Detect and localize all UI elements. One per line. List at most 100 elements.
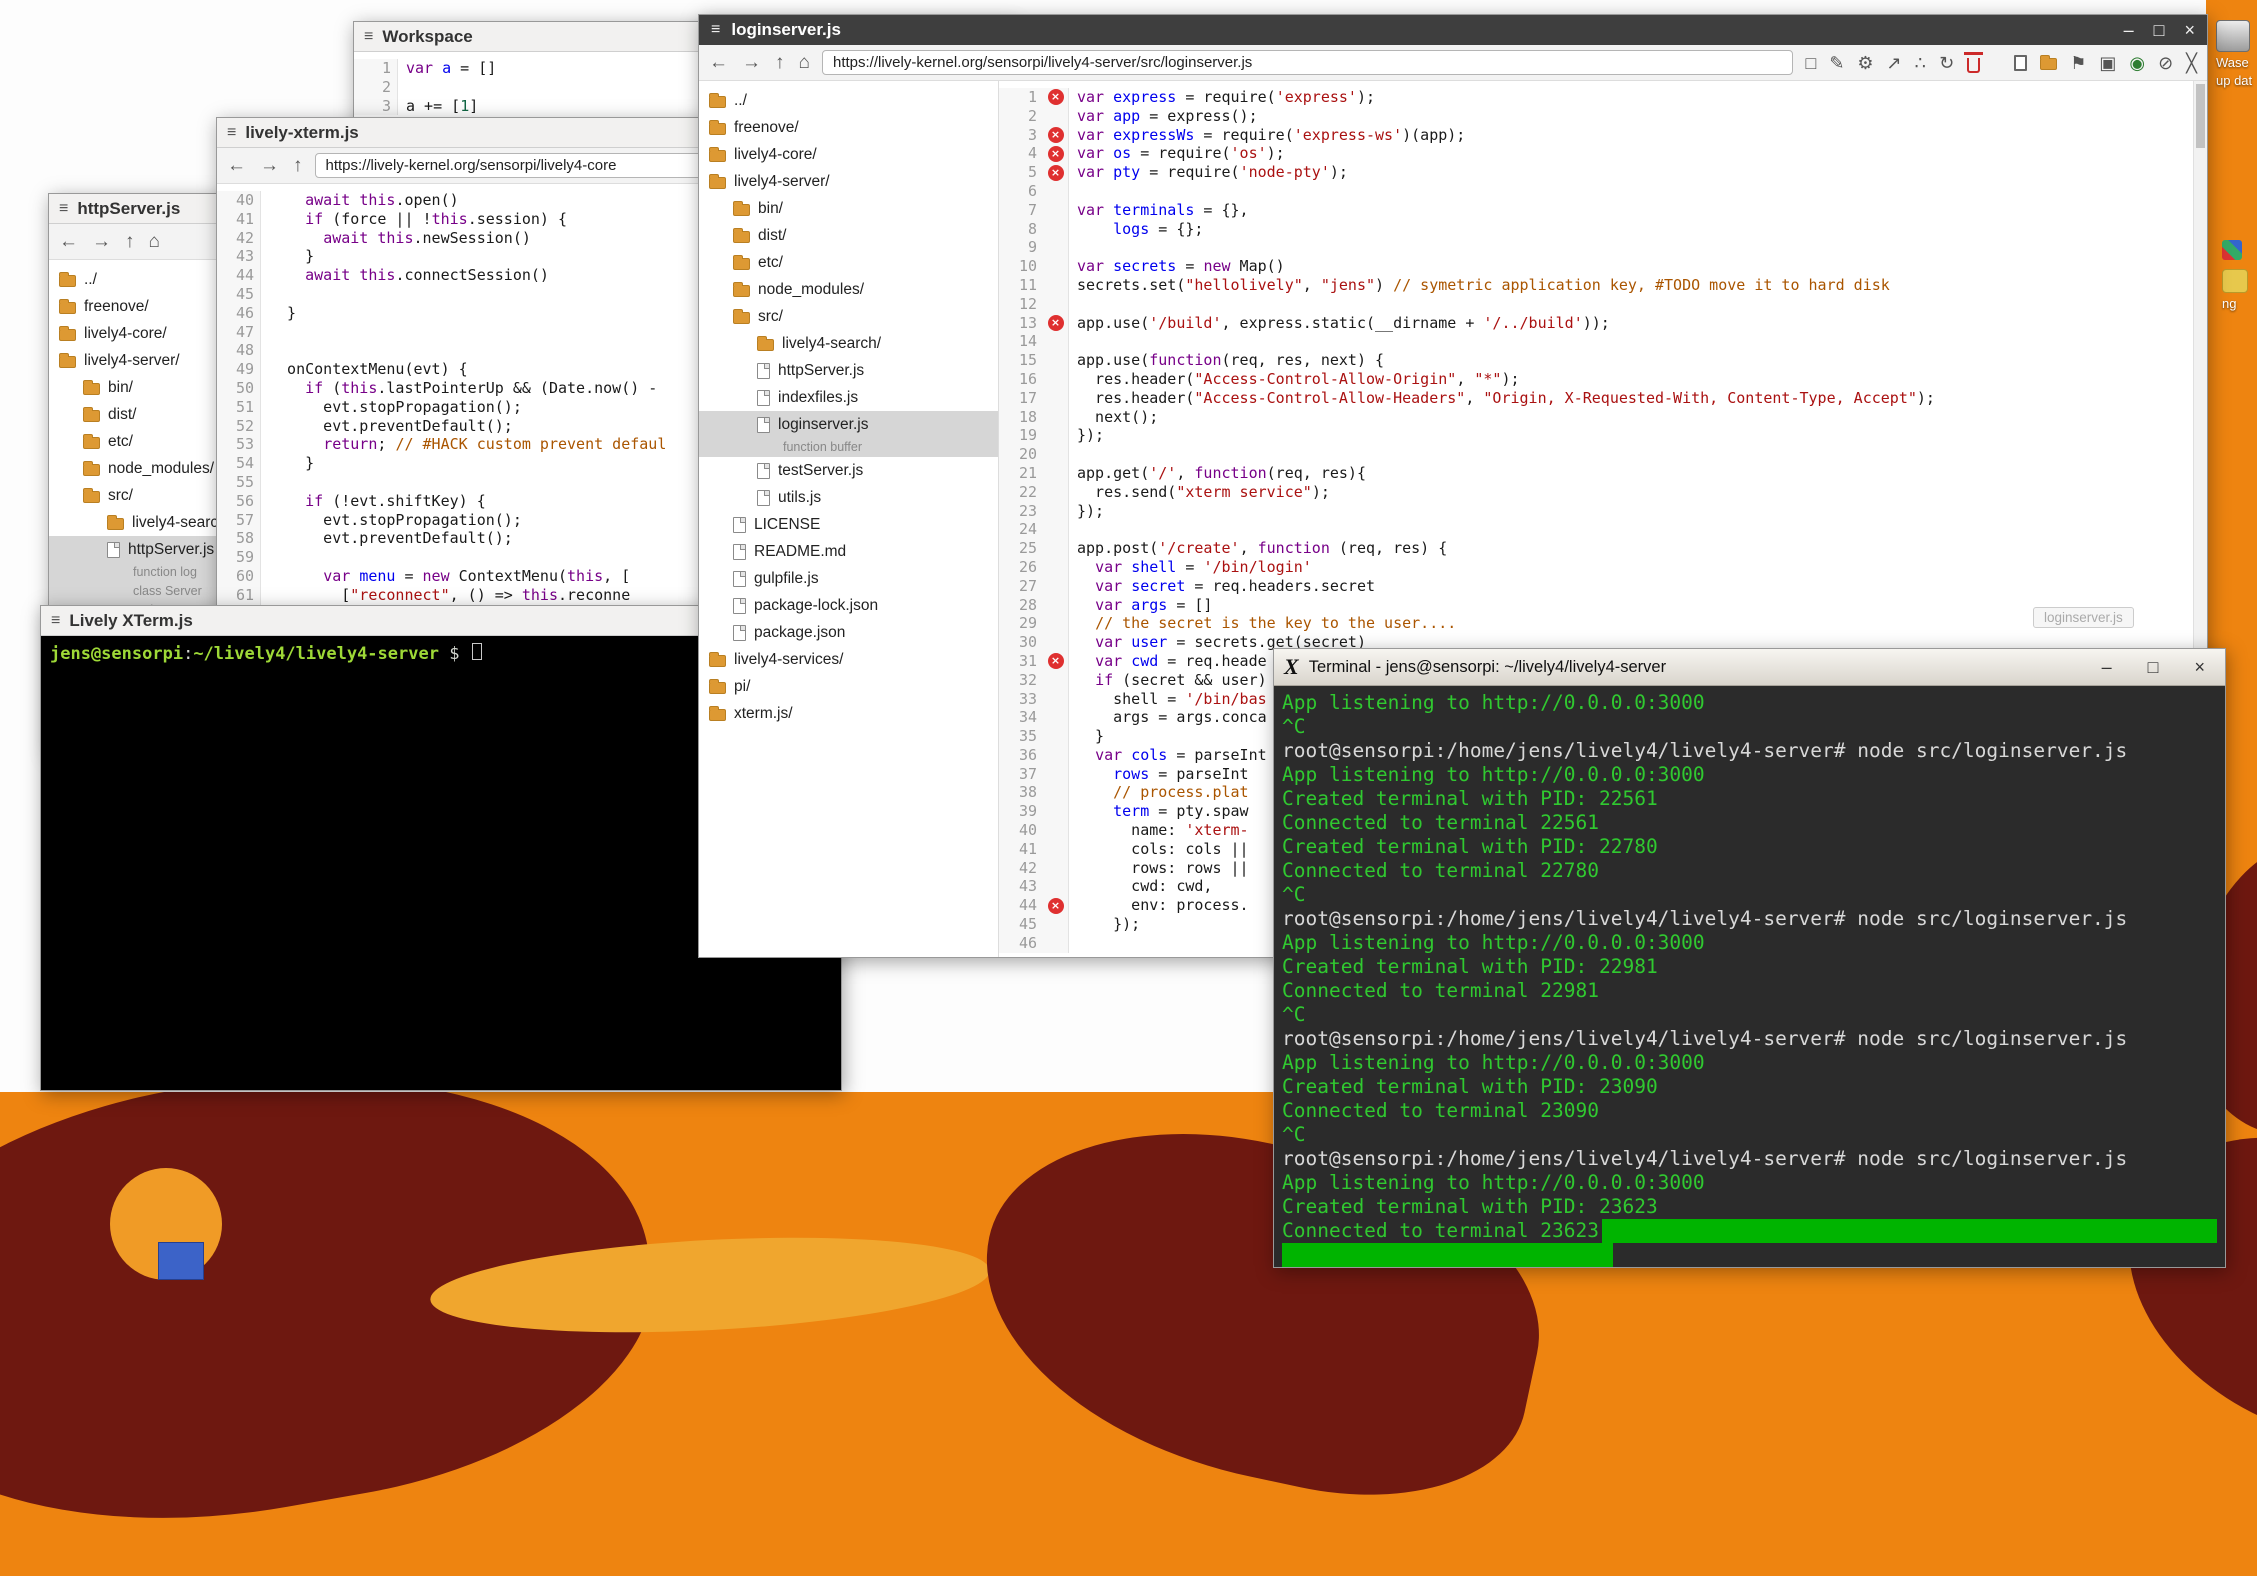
loginserver-titlebar[interactable]: ≡ loginserver.js –□×	[699, 15, 2207, 45]
back-button[interactable]: ←	[59, 232, 78, 251]
menu-icon[interactable]: ≡	[711, 21, 720, 39]
tree-item[interactable]: src/	[699, 303, 998, 330]
tree-item[interactable]: lively4-core/	[699, 141, 998, 168]
forward-button[interactable]: →	[260, 156, 279, 175]
folder-icon	[733, 285, 750, 297]
tree-item[interactable]: utils.js	[699, 484, 998, 511]
terminal-line: App listening to http://0.0.0.0:3000	[1282, 691, 2217, 715]
terminal-line: Created terminal with PID: 23090	[1282, 1075, 2217, 1099]
reload-icon[interactable]: ↻	[1939, 54, 1954, 72]
code-line: 2var app = express();	[999, 107, 2207, 126]
menu-icon[interactable]: ≡	[227, 124, 236, 142]
tree-item[interactable]: etc/	[699, 249, 998, 276]
tree-item[interactable]: xterm.js/	[699, 700, 998, 727]
code-text: evt.preventDefault();	[261, 417, 513, 436]
error-badge-icon[interactable]: ×	[1048, 146, 1064, 162]
tree-item[interactable]: freenove/	[699, 114, 998, 141]
minimize-button[interactable]: –	[2124, 21, 2134, 39]
tree-item[interactable]: README.md	[699, 538, 998, 565]
maximize-button[interactable]: □	[2148, 658, 2159, 676]
back-button[interactable]: ←	[227, 156, 246, 175]
edit-icon[interactable]: ✎	[1829, 54, 1844, 72]
forward-button[interactable]: →	[742, 53, 761, 72]
minimize-button[interactable]: –	[2102, 658, 2112, 676]
terminal-line: Connected to terminal 22981	[1282, 979, 2217, 1003]
close-editor-icon[interactable]: ╳	[2186, 54, 2197, 72]
prompt-token: $	[439, 644, 470, 664]
tree-item[interactable]: package.json	[699, 619, 998, 646]
tree-item[interactable]: bin/	[699, 195, 998, 222]
line-number: 15	[999, 351, 1043, 370]
tree-item[interactable]: LICENSE	[699, 511, 998, 538]
tree-item[interactable]: loginserver.js	[699, 411, 998, 438]
terminal-output[interactable]: App listening to http://0.0.0.0:3000^Cro…	[1274, 686, 2225, 1267]
desktop-icon-wastebasket[interactable]: Wase up dat	[2216, 20, 2257, 88]
code-text: next();	[1069, 408, 1158, 427]
folder-icon	[709, 709, 726, 721]
home-button[interactable]: ⌂	[149, 232, 160, 251]
code-line: 27 var secret = req.headers.secret	[999, 577, 2207, 596]
taskbar-item[interactable]	[158, 1242, 204, 1280]
code-text: var args = []	[1069, 596, 1212, 615]
url-input[interactable]: https://lively-kernel.org/sensorpi/livel…	[822, 50, 1793, 75]
close-button[interactable]: ×	[2194, 658, 2205, 676]
tree-item[interactable]: gulpfile.js	[699, 565, 998, 592]
tree-item[interactable]: lively4-server/	[699, 168, 998, 195]
error-badge-icon[interactable]: ×	[1048, 653, 1064, 669]
error-badge-icon[interactable]: ×	[1048, 89, 1064, 105]
code-line: 15app.use(function(req, res, next) {	[999, 351, 2207, 370]
tree-item-label: freenove/	[84, 298, 149, 316]
tree-item[interactable]: package-lock.json	[699, 592, 998, 619]
menu-icon[interactable]: ≡	[59, 200, 68, 218]
settings-gear-icon[interactable]: ⚙	[1857, 54, 1873, 72]
flag-icon[interactable]: ⚑	[2070, 54, 2086, 72]
tree-item[interactable]: dist/	[699, 222, 998, 249]
tree-item[interactable]: lively4-search/	[699, 330, 998, 357]
menu-icon[interactable]: ≡	[51, 612, 60, 630]
select-mode-icon[interactable]: □	[1805, 54, 1816, 72]
up-button[interactable]: ↑	[125, 232, 135, 251]
tree-item[interactable]: pi/	[699, 673, 998, 700]
tree-item-label: package-lock.json	[754, 597, 878, 615]
up-button[interactable]: ↑	[775, 53, 785, 72]
eye-icon[interactable]: ◉	[2129, 54, 2145, 72]
tree-item[interactable]: ../	[699, 87, 998, 114]
terminal-titlebar[interactable]: X Terminal - jens@sensorpi: ~/lively4/li…	[1274, 649, 2225, 686]
desktop-icon-folder[interactable]: ng	[2222, 240, 2257, 311]
folder-icon	[709, 123, 726, 135]
tree-item[interactable]: testServer.js	[699, 457, 998, 484]
code-line: 13×app.use('/build', express.static(__di…	[999, 314, 2207, 333]
close-button[interactable]: ×	[2184, 21, 2195, 39]
terminal-window: X Terminal - jens@sensorpi: ~/lively4/li…	[1273, 648, 2226, 1268]
error-badge-icon[interactable]: ×	[1048, 898, 1064, 914]
home-button[interactable]: ⌂	[799, 53, 810, 72]
scrollbar-thumb[interactable]	[2196, 84, 2205, 148]
cancel-icon[interactable]: ⊘	[2158, 54, 2173, 72]
back-button[interactable]: ←	[709, 53, 728, 72]
up-button[interactable]: ↑	[293, 156, 303, 175]
tree-item[interactable]: lively4-services/	[699, 646, 998, 673]
tree-item[interactable]: indexfiles.js	[699, 384, 998, 411]
menu-icon[interactable]: ≡	[364, 28, 373, 46]
error-badge-icon[interactable]: ×	[1048, 127, 1064, 143]
code-text: args = args.conca	[1069, 708, 1267, 727]
code-text: shell = '/bin/bas	[1069, 690, 1267, 709]
tree-item[interactable]: httpServer.js	[699, 357, 998, 384]
forward-button[interactable]: →	[92, 232, 111, 251]
tree-item[interactable]: node_modules/	[699, 276, 998, 303]
folder-icon[interactable]	[2040, 58, 2057, 70]
code-text: app.get('/', function(req, res){	[1069, 464, 1366, 483]
error-badge-icon[interactable]: ×	[1048, 315, 1064, 331]
save-icon[interactable]: ▣	[2099, 54, 2116, 72]
graph-icon[interactable]: ∴	[1915, 54, 1926, 72]
terminal-line: Connected to terminal 22780	[1282, 859, 2217, 883]
file-icon	[107, 542, 120, 558]
open-external-icon[interactable]: ↗	[1887, 54, 1902, 72]
code-text: name: 'xterm-	[1069, 821, 1249, 840]
new-file-icon[interactable]	[2014, 55, 2027, 71]
maximize-button[interactable]: □	[2154, 21, 2165, 39]
code-line: 11secrets.set("hellolively", "jens") // …	[999, 276, 2207, 295]
error-badge-icon[interactable]: ×	[1048, 165, 1064, 181]
delete-trash-icon[interactable]	[1967, 58, 1980, 73]
file-icon	[733, 598, 746, 614]
